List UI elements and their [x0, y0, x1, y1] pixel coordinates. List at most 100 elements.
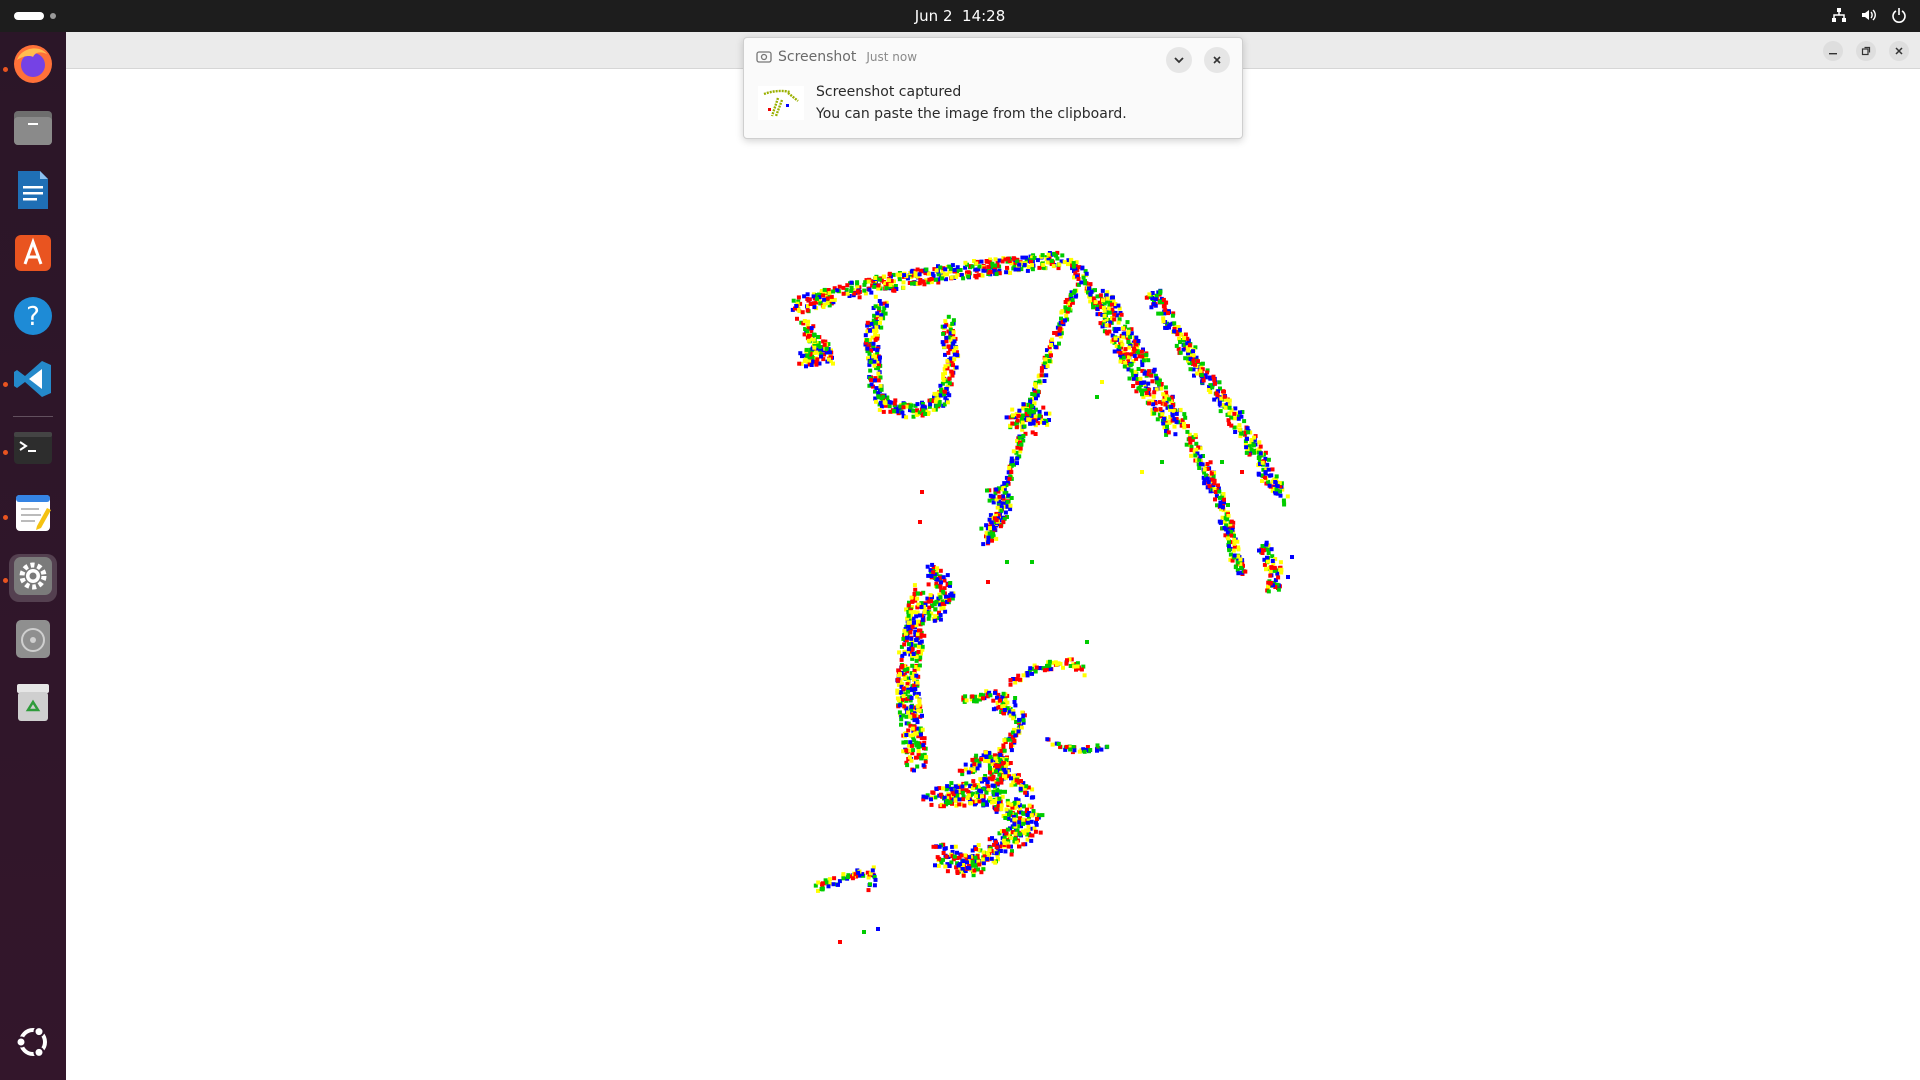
map-pixel	[950, 263, 955, 268]
map-pixel	[1112, 349, 1117, 354]
map-pixel	[865, 346, 870, 351]
map-pixel	[806, 338, 811, 343]
map-pixel	[987, 498, 992, 503]
map-pixel	[887, 404, 892, 409]
close-notification-button[interactable]	[1204, 47, 1230, 73]
map-pixel	[1251, 443, 1256, 448]
map-pixel	[1006, 737, 1011, 742]
dock-item-app-center[interactable]	[9, 231, 57, 279]
map-pixel	[941, 786, 946, 791]
map-pixel	[909, 743, 914, 748]
map-pixel	[877, 306, 882, 311]
map-pixel	[1184, 442, 1189, 447]
map-pixel	[986, 535, 991, 540]
dock-item-terminal[interactable]	[9, 426, 57, 474]
map-pixel	[918, 613, 922, 618]
map-pixel	[1046, 252, 1051, 257]
notification-banner[interactable]: Screenshot Just now Screenshot captured …	[743, 37, 1243, 139]
map-pixel	[1182, 412, 1187, 417]
dock-item-vscode[interactable]	[9, 357, 57, 405]
map-pixel	[1238, 557, 1243, 562]
map-pixel	[1257, 456, 1261, 461]
dock-item-show-apps[interactable]	[9, 1020, 57, 1068]
dock: ?	[0, 32, 66, 1080]
map-pixel	[980, 857, 985, 862]
map-pixel	[1218, 500, 1223, 505]
network-icon[interactable]	[1830, 6, 1848, 24]
restore-icon	[1861, 46, 1871, 56]
map-pixel	[1030, 560, 1034, 564]
map-pixel	[1070, 297, 1075, 302]
map-pixel	[953, 784, 958, 789]
dock-item-help[interactable]: ?	[9, 294, 57, 342]
expand-notification-button[interactable]	[1166, 47, 1192, 73]
map-pixel	[1041, 262, 1046, 267]
volume-icon[interactable]	[1860, 6, 1878, 24]
map-pixel	[979, 526, 984, 531]
map-pixel	[816, 888, 820, 893]
map-pixel	[971, 779, 976, 784]
maximize-button[interactable]	[1856, 41, 1876, 61]
system-tray[interactable]	[1830, 6, 1908, 24]
map-pixel	[1189, 453, 1194, 458]
dock-item-text-editor[interactable]	[9, 490, 57, 538]
map-pixel	[1158, 299, 1162, 304]
minimize-button[interactable]	[1823, 41, 1843, 61]
map-pixel	[907, 642, 911, 647]
close-window-button[interactable]	[1889, 41, 1909, 61]
map-pixel	[906, 710, 911, 715]
map-pixel	[909, 636, 914, 641]
map-pixel	[938, 265, 943, 270]
clock-button[interactable]: Jun 2 14:28	[915, 7, 1006, 25]
map-pixel	[895, 688, 900, 693]
map-pixel	[1208, 460, 1213, 465]
map-pixel	[1011, 256, 1016, 261]
map-pixel	[970, 757, 975, 762]
map-pixel	[1025, 837, 1030, 842]
map-pixel	[1239, 565, 1244, 570]
map-pixel	[1010, 421, 1015, 426]
power-icon[interactable]	[1890, 6, 1908, 24]
map-pixel	[1005, 560, 1009, 564]
map-pixel	[1034, 820, 1038, 825]
dock-item-writer[interactable]	[9, 168, 57, 216]
map-pixel	[1100, 288, 1105, 293]
map-pixel	[888, 282, 893, 287]
map-pixel	[887, 272, 892, 277]
map-pixel	[874, 325, 879, 330]
image-canvas[interactable]	[66, 69, 1920, 1080]
map-pixel	[1239, 431, 1244, 436]
map-pixel	[1039, 366, 1044, 371]
dock-item-disc[interactable]	[9, 617, 57, 665]
map-pixel	[963, 260, 968, 265]
map-pixel	[1185, 429, 1190, 434]
dock-item-settings[interactable]	[9, 554, 57, 602]
disc-icon	[11, 617, 55, 665]
map-pixel	[1226, 513, 1231, 518]
map-pixel	[824, 346, 829, 351]
dock-item-trash[interactable]	[9, 680, 57, 728]
map-pixel	[994, 487, 999, 492]
map-pixel	[1260, 479, 1264, 483]
map-pixel	[1140, 470, 1144, 474]
map-pixel	[1031, 809, 1036, 813]
map-pixel	[929, 797, 933, 802]
map-pixel	[879, 404, 884, 409]
dock-item-firefox[interactable]	[9, 42, 57, 90]
map-pixel	[1008, 682, 1013, 687]
dock-item-files[interactable]	[9, 105, 57, 153]
map-pixel	[981, 802, 986, 807]
map-pixel	[1064, 313, 1069, 318]
map-pixel	[972, 868, 977, 873]
map-pixel	[1057, 341, 1061, 346]
map-pixel	[866, 888, 871, 893]
activities-button[interactable]	[14, 12, 56, 20]
map-pixel	[874, 329, 879, 334]
map-pixel	[1016, 800, 1021, 805]
map-pixel	[1172, 424, 1177, 429]
map-pixel	[952, 357, 957, 362]
map-pixel	[1132, 353, 1137, 358]
map-pixel	[822, 342, 827, 347]
map-pixel	[1054, 662, 1059, 667]
map-pixel	[1072, 664, 1077, 669]
